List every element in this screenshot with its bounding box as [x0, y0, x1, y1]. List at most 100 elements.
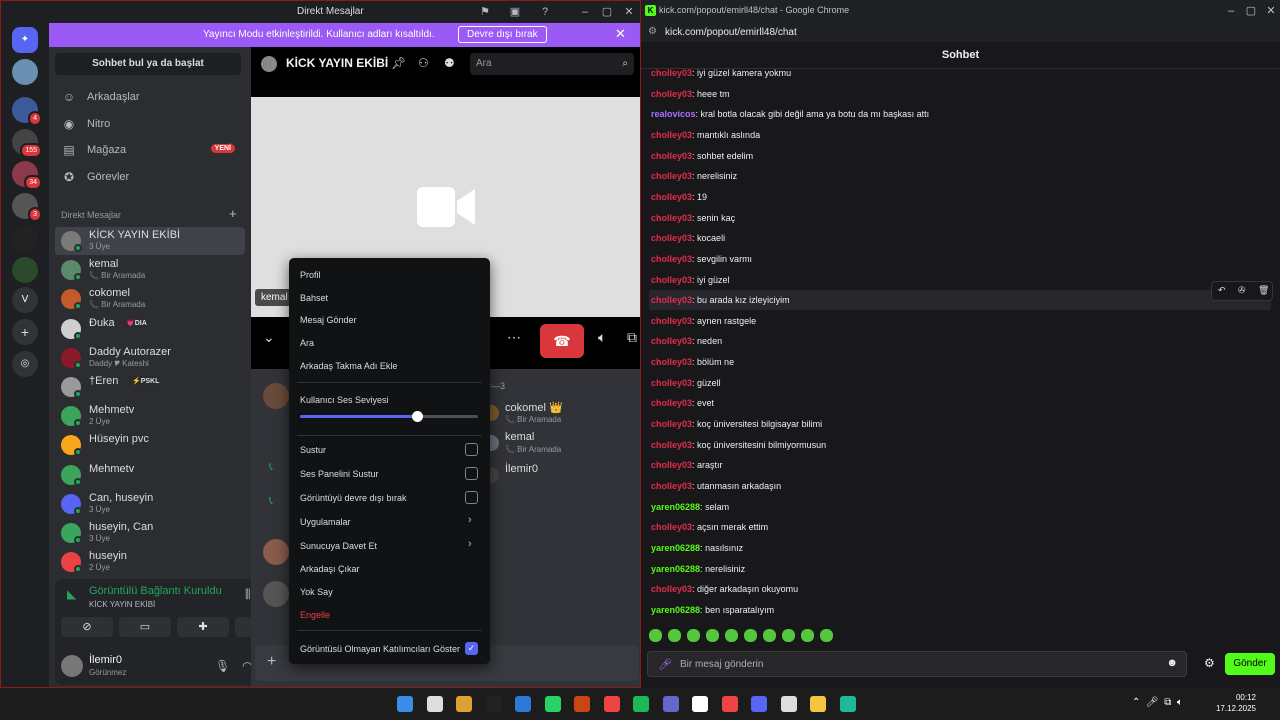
chat-username[interactable]: cholley03 — [651, 336, 692, 346]
dm-item[interactable]: Hüseyin pvc — [55, 431, 245, 459]
chat-username[interactable]: cholley03 — [651, 171, 692, 181]
chat-message[interactable]: realovicos: kral botla olacak gibi değil… — [651, 109, 929, 119]
chat-username[interactable]: cholley03 — [651, 275, 692, 285]
non-video-checkbox[interactable]: ✓ — [465, 642, 478, 655]
menu-item-ignore[interactable]: Yok Say — [300, 587, 333, 597]
menu-item-invite[interactable]: Sunucuya Davet Et — [300, 541, 377, 551]
dm-item[interactable]: Mehmetv 2 Üye — [55, 402, 245, 430]
dm-item[interactable]: kemal 📞 Bir Aramada — [55, 256, 245, 284]
chat-username[interactable]: cholley03 — [651, 130, 692, 140]
disable-streamer-button[interactable]: Devre dışı bırak — [458, 26, 547, 43]
emote-icon[interactable] — [820, 629, 833, 642]
maximize-icon[interactable]: ▢ — [1241, 3, 1261, 19]
taskbar-app-icon[interactable] — [780, 696, 797, 712]
menu-item-profile[interactable]: Profil — [300, 270, 321, 280]
chat-username[interactable]: cholley03 — [651, 357, 692, 367]
chat-message[interactable]: yaren06288: nerelisiniz — [651, 564, 745, 574]
server-icon[interactable]: 155 — [12, 129, 42, 158]
chat-message[interactable]: cholley03: diğer arkadaşın okuyomu — [651, 584, 798, 594]
avatar[interactable] — [263, 581, 289, 607]
volume-slider[interactable] — [300, 411, 478, 422]
nav-nitro[interactable]: ◉ Nitro — [55, 113, 245, 137]
volume-knob[interactable] — [412, 411, 424, 422]
screen-share-button[interactable]: ▭ — [119, 617, 171, 637]
chat-input[interactable]: 🎤︎ Bir mesaj gönderin ☻ — [647, 651, 1187, 677]
taskbar-app-icon[interactable] — [810, 696, 826, 712]
dm-item[interactable]: Daddy Autorazer Daddy 🎔 Kateshi — [55, 344, 245, 372]
chat-message[interactable]: cholley03: güzell — [651, 378, 721, 388]
chat-username[interactable]: cholley03 — [651, 419, 692, 429]
taskbar-app-icon[interactable] — [662, 696, 679, 712]
menu-item-remove-friend[interactable]: Arkadaşı Çıkar — [300, 564, 360, 574]
chat-message[interactable]: cholley03: 19 — [651, 192, 707, 202]
taskbar-app-icon[interactable] — [603, 696, 620, 712]
emote-icon[interactable] — [801, 629, 814, 642]
discord-home-icon[interactable]: ✦ — [12, 27, 38, 53]
menu-item-mention[interactable]: Bahset — [300, 293, 328, 303]
chat-message[interactable]: cholley03: aynen rastgele — [651, 316, 756, 326]
dm-item[interactable]: huseyin, Can 3 Üye — [55, 519, 245, 547]
chat-message[interactable]: yaren06288: nasılsınız — [651, 543, 743, 553]
chat-message[interactable]: cholley03: araştır — [651, 460, 723, 470]
chat-message[interactable]: cholley03: evet — [651, 398, 714, 408]
chat-username[interactable]: cholley03 — [651, 522, 692, 532]
server-icon[interactable]: 4 — [12, 97, 42, 126]
menu-item-show-non-video[interactable]: Görüntüsü Olmayan Katılımcıları Göster — [300, 644, 460, 654]
chat-username[interactable]: yaren06288 — [651, 502, 700, 512]
dm-item[interactable]: KİCK YAYIN EKİBİ 3 Üye — [55, 227, 245, 255]
site-info-icon[interactable]: ⚙ — [648, 26, 657, 37]
chat-username[interactable]: cholley03 — [651, 316, 692, 326]
reply-icon[interactable]: ↶ — [1218, 285, 1226, 296]
emote-icon[interactable] — [668, 629, 681, 642]
taskbar-app-icon[interactable] — [751, 696, 767, 712]
send-button[interactable]: Gönder — [1225, 653, 1275, 675]
chat-message[interactable]: cholley03: nerelisiniz — [651, 171, 737, 181]
chat-username[interactable]: cholley03 — [651, 69, 692, 78]
server-icon[interactable] — [12, 59, 38, 85]
video-checkbox[interactable] — [465, 491, 478, 504]
minimize-icon[interactable]: – — [1221, 3, 1241, 19]
close-icon[interactable]: ✕ — [1261, 3, 1280, 19]
soundboard-checkbox[interactable] — [465, 467, 478, 480]
members-icon[interactable]: ⚉ — [444, 56, 455, 70]
chat-username[interactable]: realovicos — [651, 109, 696, 119]
chat-username[interactable]: cholley03 — [651, 192, 692, 202]
chat-message[interactable]: cholley03: açsın merak ettim — [651, 522, 768, 532]
dm-item[interactable]: cokomel 📞 Bir Aramada — [55, 285, 245, 313]
taskbar-app-icon[interactable] — [574, 696, 590, 712]
chat-username[interactable]: cholley03 — [651, 254, 692, 264]
chat-message[interactable]: cholley03: iyi güzel — [651, 275, 730, 285]
server-icon[interactable] — [12, 225, 38, 251]
more-icon[interactable]: ⋯ — [507, 329, 521, 346]
emote-icon[interactable] — [725, 629, 738, 642]
emote-icon[interactable] — [706, 629, 719, 642]
menu-item-block[interactable]: Engelle — [300, 610, 330, 620]
nav-quests[interactable]: ✪ Görevler — [55, 166, 245, 190]
address-bar[interactable]: ⚙ kick.com/popout/emirll48/chat — [641, 22, 1280, 42]
chat-username[interactable]: cholley03 — [651, 151, 692, 161]
find-conversation-button[interactable]: Sohbet bul ya da başlat — [55, 53, 241, 75]
system-tray[interactable]: ⌃ 🎤︎ ⧉ 🔈︎ — [1132, 697, 1183, 708]
chat-message[interactable]: cholley03: bu arada kız izleyiciyim — [651, 295, 790, 305]
inbox-icon[interactable]: ⚑ — [475, 4, 495, 20]
dm-item[interactable]: huseyin 2 Üye — [55, 548, 245, 576]
emote-icon[interactable] — [649, 629, 662, 642]
taskbar-app-icon[interactable] — [721, 696, 738, 712]
chat-message[interactable]: cholley03: utanmasın arkadaşın — [651, 481, 781, 491]
server-icon[interactable]: 34 — [12, 161, 42, 190]
emote-icon[interactable] — [687, 629, 700, 642]
nav-store[interactable]: ▤ Mağaza YENİ — [55, 139, 245, 163]
pin-icon[interactable]: 📌︎ — [391, 56, 406, 70]
close-icon[interactable]: ✕ — [619, 4, 639, 20]
chat-username[interactable]: cholley03 — [651, 213, 692, 223]
camera-off-button[interactable]: ⊘ — [61, 617, 113, 637]
minimize-icon[interactable]: – — [575, 4, 595, 20]
server-icon[interactable]: 3 — [12, 193, 42, 222]
chat-message[interactable]: cholley03: bölüm ne — [651, 357, 734, 367]
chat-message[interactable]: cholley03: mantıklı aslında — [651, 130, 760, 140]
chat-username[interactable]: cholley03 — [651, 378, 692, 388]
chat-message[interactable]: yaren06288: selam — [651, 502, 729, 512]
menu-item-disable-video[interactable]: Görüntüyü devre dışı bırak — [300, 493, 407, 503]
chat-message[interactable]: cholley03: koç üniversitesini bilmiyormu… — [651, 440, 826, 450]
nav-friends[interactable]: ☺ Arkadaşlar — [55, 86, 245, 110]
